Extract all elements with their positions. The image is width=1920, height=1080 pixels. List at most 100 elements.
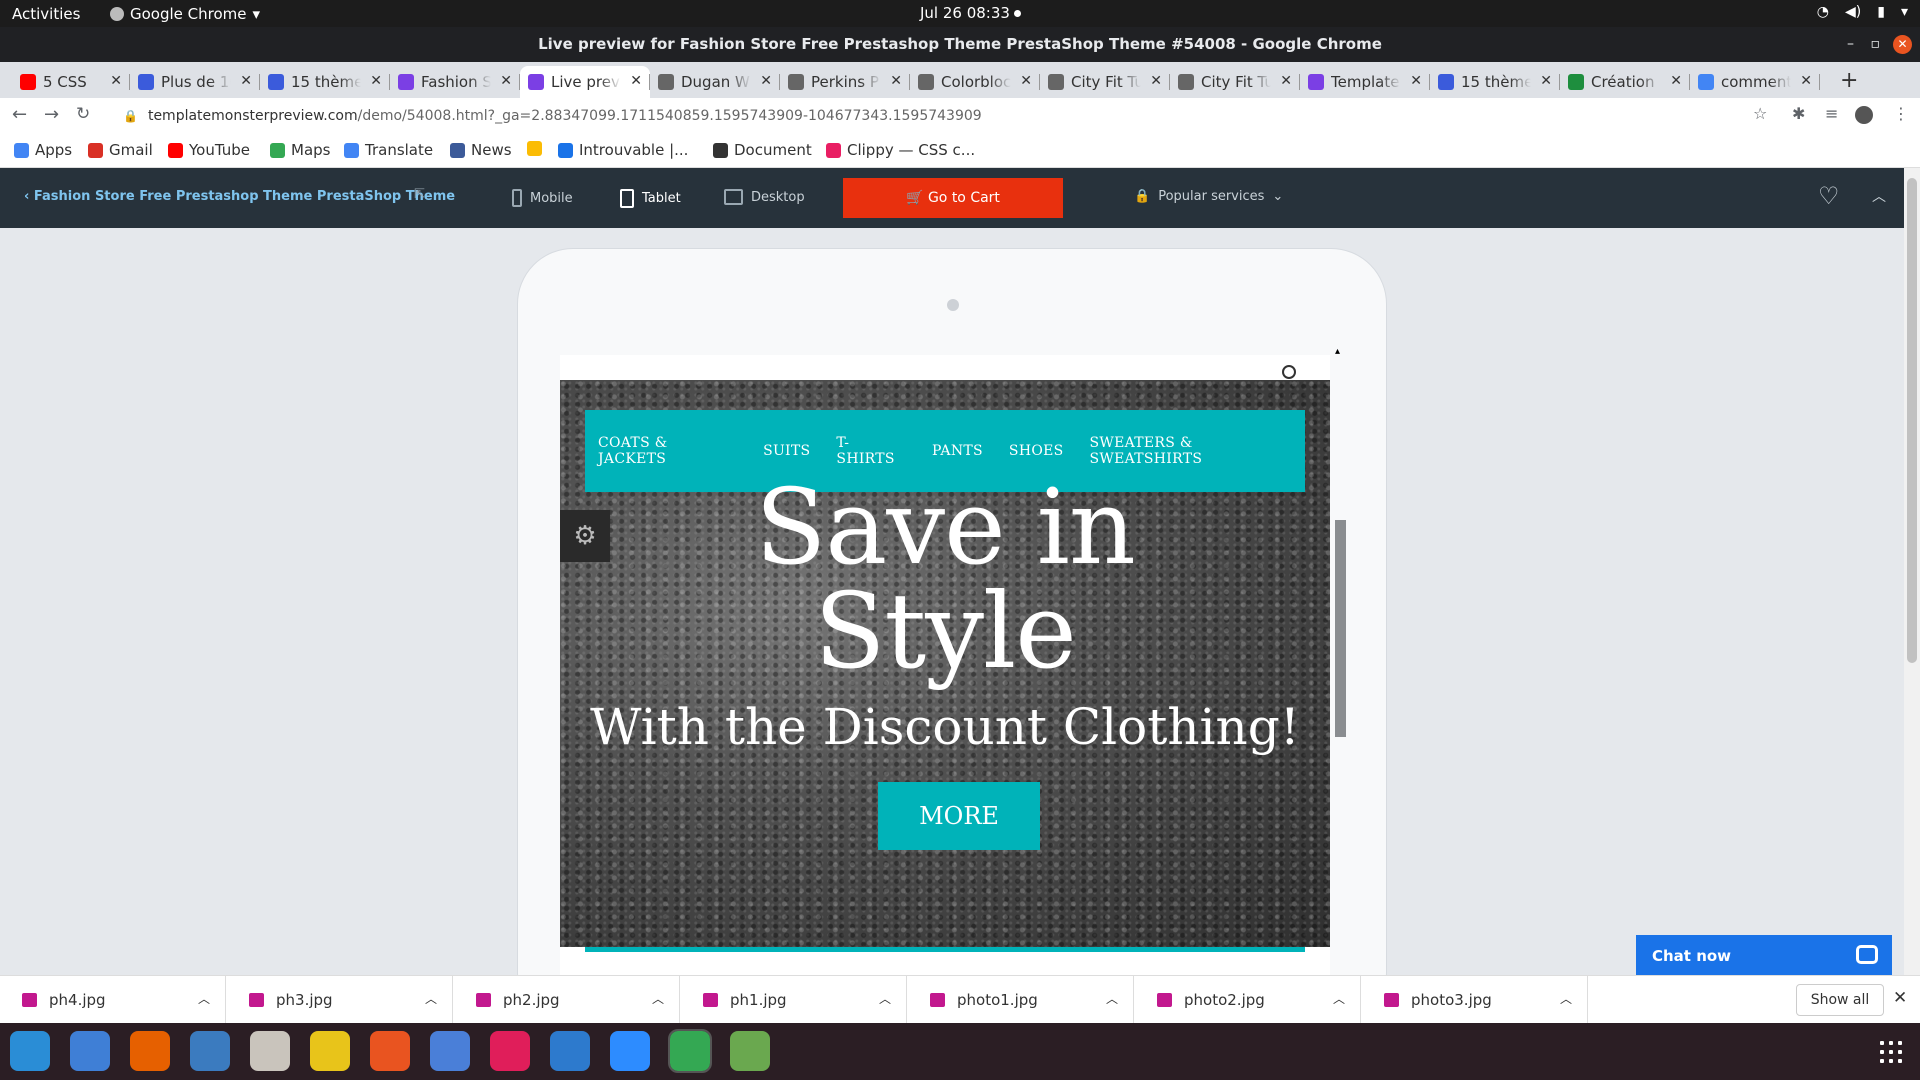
chevron-up-icon[interactable]: ︿ (1333, 990, 1345, 1007)
new-tab-icon[interactable]: + (1840, 68, 1858, 93)
tab-13[interactable]: comment ✕ (1690, 66, 1820, 98)
chrome-icon[interactable] (668, 1029, 712, 1073)
close-window-icon[interactable]: ✕ (1893, 35, 1912, 54)
bookmark-9[interactable]: Clippy — CSS c... (826, 141, 975, 159)
files-icon[interactable] (250, 1031, 290, 1071)
tab-9[interactable]: City Fit Tu ✕ (1170, 66, 1300, 98)
zoom-icon[interactable] (610, 1031, 650, 1071)
device-mobile[interactable]: Mobile (512, 189, 573, 207)
tab-3[interactable]: Fashion S ✕ (390, 66, 520, 98)
close-tab-icon[interactable]: ✕ (1410, 73, 1422, 89)
minimize-icon[interactable]: – (1847, 27, 1854, 62)
software-icon[interactable] (370, 1031, 410, 1071)
menu-item-0[interactable]: COATS & JACKETS (598, 435, 737, 467)
chevron-up-icon[interactable]: ︿ (1106, 990, 1118, 1007)
device-tablet[interactable]: Tablet (620, 189, 681, 208)
close-tab-icon[interactable]: ✕ (370, 73, 382, 89)
tab-7[interactable]: Colorbloc ✕ (910, 66, 1040, 98)
tab-6[interactable]: Perkins P ✕ (780, 66, 910, 98)
tab-0[interactable]: 5 CSS ✕ (12, 66, 130, 98)
more-button[interactable]: MORE (878, 782, 1040, 850)
chromium-icon[interactable] (430, 1031, 470, 1071)
bookmark-8[interactable]: Document (713, 141, 812, 159)
close-tab-icon[interactable]: ✕ (890, 73, 902, 89)
menu-item-5[interactable]: SWEATERS & SWEATSHIRTS (1090, 435, 1306, 467)
kebab-menu-icon[interactable]: ⋮ (1893, 104, 1909, 123)
close-tab-icon[interactable]: ✕ (500, 73, 512, 89)
extensions-icon[interactable]: ✱ (1792, 104, 1805, 123)
menu-item-1[interactable]: SUITS (763, 443, 810, 459)
media-control-icon[interactable]: ≡ (1825, 104, 1838, 123)
address-bar[interactable]: 🔒 templatemonsterpreview.com/demo/54008.… (113, 101, 1763, 130)
forward-arrow-icon[interactable]: → (44, 104, 59, 125)
firefox-icon[interactable] (130, 1031, 170, 1071)
close-shelf-icon[interactable]: ✕ (1893, 988, 1907, 1008)
close-tab-icon[interactable]: ✕ (1150, 73, 1162, 89)
download-item-1[interactable]: ph3.jpg ︿ (227, 976, 453, 1024)
profile-avatar[interactable] (1855, 106, 1873, 124)
restore-icon[interactable]: ▫ (1871, 27, 1881, 62)
download-item-3[interactable]: ph1.jpg ︿ (681, 976, 907, 1024)
search-icon[interactable] (1282, 365, 1296, 379)
close-tab-icon[interactable]: ✕ (1540, 73, 1552, 89)
translate-app-icon[interactable] (70, 1031, 110, 1071)
favorite-heart-icon[interactable]: ♡ (1818, 182, 1840, 210)
close-tab-icon[interactable]: ✕ (1020, 73, 1032, 89)
bookmark-0[interactable]: Apps (14, 141, 72, 159)
download-item-5[interactable]: photo2.jpg ︿ (1135, 976, 1361, 1024)
close-tab-icon[interactable]: ✕ (760, 73, 772, 89)
screen-scrollbar-thumb[interactable] (1335, 520, 1346, 737)
tab-2[interactable]: 15 thème ✕ (260, 66, 390, 98)
back-to-theme-link[interactable]: ‹ Fashion Store Free Prestashop Theme Pr… (24, 189, 455, 204)
menu-item-4[interactable]: SHOES (1009, 443, 1064, 459)
tab-5[interactable]: Dugan W ✕ (650, 66, 780, 98)
close-tab-icon[interactable]: ✕ (1670, 73, 1682, 89)
screen-scrollbar[interactable]: ▴ (1335, 346, 1347, 975)
app-menu[interactable]: Google Chrome ▾ (110, 5, 260, 23)
close-tab-icon[interactable]: ✕ (110, 73, 122, 89)
bookmark-6[interactable] (527, 141, 542, 156)
collapse-chevron-icon[interactable]: ︿ (1872, 186, 1886, 206)
show-all-button[interactable]: Show all (1796, 984, 1884, 1016)
tab-4[interactable]: Live previ ✕ (520, 66, 650, 98)
chevron-up-icon[interactable]: ︿ (425, 990, 437, 1007)
back-arrow-icon[interactable]: ← (12, 104, 27, 125)
chevron-up-icon[interactable]: ︿ (1560, 990, 1572, 1007)
download-item-6[interactable]: photo3.jpg ︿ (1362, 976, 1588, 1024)
close-tab-icon[interactable]: ✕ (630, 73, 642, 89)
tab-11[interactable]: 15 thème ✕ (1430, 66, 1560, 98)
window-scrollbar-thumb[interactable] (1907, 178, 1917, 663)
thunderbird-icon[interactable] (190, 1031, 230, 1071)
system-tray[interactable]: ◔ ◀) ▮ ▾ (1817, 4, 1908, 20)
chat-now-button[interactable]: Chat now (1636, 935, 1892, 975)
open-external-icon[interactable]: ⇱ (414, 187, 425, 202)
rhythmbox-icon[interactable] (310, 1031, 350, 1071)
menu-item-3[interactable]: PANTS (932, 443, 983, 459)
popular-services-dropdown[interactable]: 🔒 Popular services ⌄ (1134, 189, 1283, 204)
bookmark-5[interactable]: News (450, 141, 512, 159)
activities-button[interactable]: Activities (12, 5, 80, 23)
slack-icon[interactable] (490, 1031, 530, 1071)
download-item-0[interactable]: ph4.jpg ︿ (0, 976, 226, 1024)
device-desktop[interactable]: Desktop (724, 189, 805, 205)
close-tab-icon[interactable]: ✕ (1800, 73, 1812, 89)
download-item-2[interactable]: ph2.jpg ︿ (454, 976, 680, 1024)
scroll-up-icon[interactable]: ▴ (1335, 346, 1340, 357)
show-applications-icon[interactable] (1880, 1041, 1902, 1063)
close-tab-icon[interactable]: ✕ (1280, 73, 1292, 89)
bookmark-4[interactable]: Translate (344, 141, 433, 159)
tab-10[interactable]: Template ✕ (1300, 66, 1430, 98)
help-icon[interactable] (10, 1031, 50, 1071)
chevron-up-icon[interactable]: ︿ (879, 990, 891, 1007)
go-to-cart-button[interactable]: 🛒 Go to Cart (843, 178, 1063, 218)
bookmark-2[interactable]: YouTube (168, 141, 250, 159)
chevron-up-icon[interactable]: ︿ (198, 990, 210, 1007)
vscode-icon[interactable] (550, 1031, 590, 1071)
tab-1[interactable]: Plus de 10 ✕ (130, 66, 260, 98)
bookmark-1[interactable]: Gmail (88, 141, 153, 159)
download-item-4[interactable]: photo1.jpg ︿ (908, 976, 1134, 1024)
paint-icon[interactable] (730, 1031, 770, 1071)
bookmark-3[interactable]: Maps (270, 141, 330, 159)
menu-item-2[interactable]: T-SHIRTS (836, 435, 906, 467)
tab-8[interactable]: City Fit Tu ✕ (1040, 66, 1170, 98)
